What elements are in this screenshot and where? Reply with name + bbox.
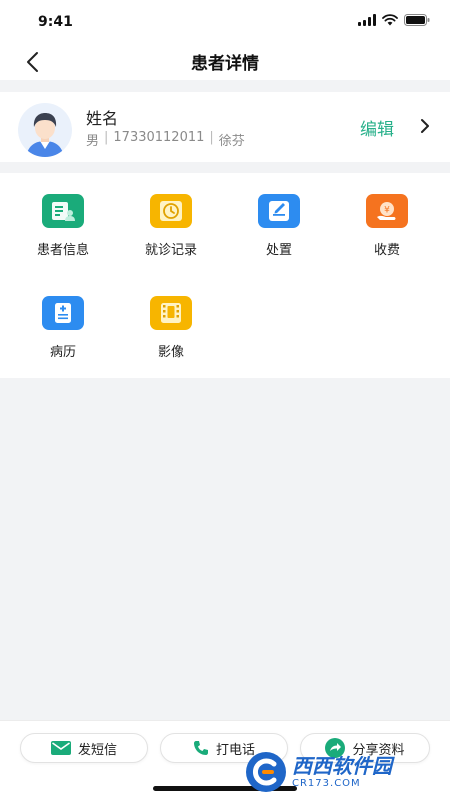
battery-icon bbox=[404, 14, 430, 26]
page-title: 患者详情 bbox=[191, 54, 259, 74]
patient-name: 姓名 bbox=[86, 109, 119, 128]
patient-gender: 男 bbox=[86, 134, 100, 149]
watermark-domain: CR173.COM bbox=[292, 777, 361, 789]
signal-icon bbox=[358, 14, 376, 26]
menu-label: 就诊记录 bbox=[144, 243, 197, 258]
svg-text:¥: ¥ bbox=[384, 206, 390, 216]
watermark-brand: 西西软件园 bbox=[292, 753, 392, 778]
menu-item-patient-info[interactable]: 患者信息 bbox=[8, 194, 118, 258]
phone-icon bbox=[193, 741, 208, 755]
menu-label: 处置 bbox=[265, 243, 292, 258]
menu-item-treatment[interactable]: 处置 bbox=[224, 194, 334, 258]
watermark: 西西软件园 CR173.COM bbox=[244, 748, 444, 796]
nav-bar: 患者详情 bbox=[0, 44, 450, 80]
menu-item-imaging[interactable]: 影像 bbox=[116, 296, 226, 360]
film-icon bbox=[150, 296, 192, 330]
edit-button[interactable]: 编辑 bbox=[360, 115, 394, 140]
menu-item-visit-records[interactable]: 就诊记录 bbox=[116, 194, 226, 258]
watermark-logo-icon bbox=[246, 752, 286, 792]
medical-record-icon bbox=[42, 296, 84, 330]
avatar bbox=[18, 103, 72, 157]
patient-card[interactable]: 姓名 男 | 17330112011 | 徐芬 编辑 bbox=[0, 92, 450, 162]
menu-label: 收费 bbox=[373, 243, 400, 258]
status-bar: 9:41 bbox=[0, 0, 450, 44]
patient-meta: 男 | 17330112011 | 徐芬 bbox=[86, 130, 245, 149]
meta-divider: | bbox=[209, 130, 214, 145]
payment-icon: ¥ bbox=[366, 194, 408, 228]
menu-label: 患者信息 bbox=[36, 243, 89, 258]
patient-phone: 17330112011 bbox=[113, 130, 205, 145]
menu-item-billing[interactable]: ¥ 收费 bbox=[332, 194, 442, 258]
user-avatar-icon bbox=[26, 113, 64, 157]
meta-divider: | bbox=[104, 130, 109, 145]
mail-icon bbox=[50, 741, 71, 755]
chevron-right-icon[interactable] bbox=[420, 118, 430, 134]
menu-label: 病历 bbox=[49, 345, 76, 360]
menu-label: 影像 bbox=[157, 345, 184, 360]
function-grid: 患者信息 就诊记录 处置 ¥ 收费 病历 影像 bbox=[0, 173, 450, 378]
wifi-icon bbox=[382, 14, 398, 26]
watermark-text: 西西软件园 CR173.COM bbox=[292, 756, 392, 789]
status-time: 9:41 bbox=[38, 14, 73, 30]
send-sms-button[interactable]: 发短信 bbox=[20, 733, 148, 763]
menu-item-medical-record[interactable]: 病历 bbox=[8, 296, 118, 360]
patient-info-icon bbox=[42, 194, 84, 228]
status-icons bbox=[358, 14, 430, 26]
patient-doctor: 徐芬 bbox=[218, 134, 245, 149]
clock-icon bbox=[150, 194, 192, 228]
send-sms-label: 发短信 bbox=[77, 742, 117, 758]
edit-note-icon bbox=[258, 194, 300, 228]
